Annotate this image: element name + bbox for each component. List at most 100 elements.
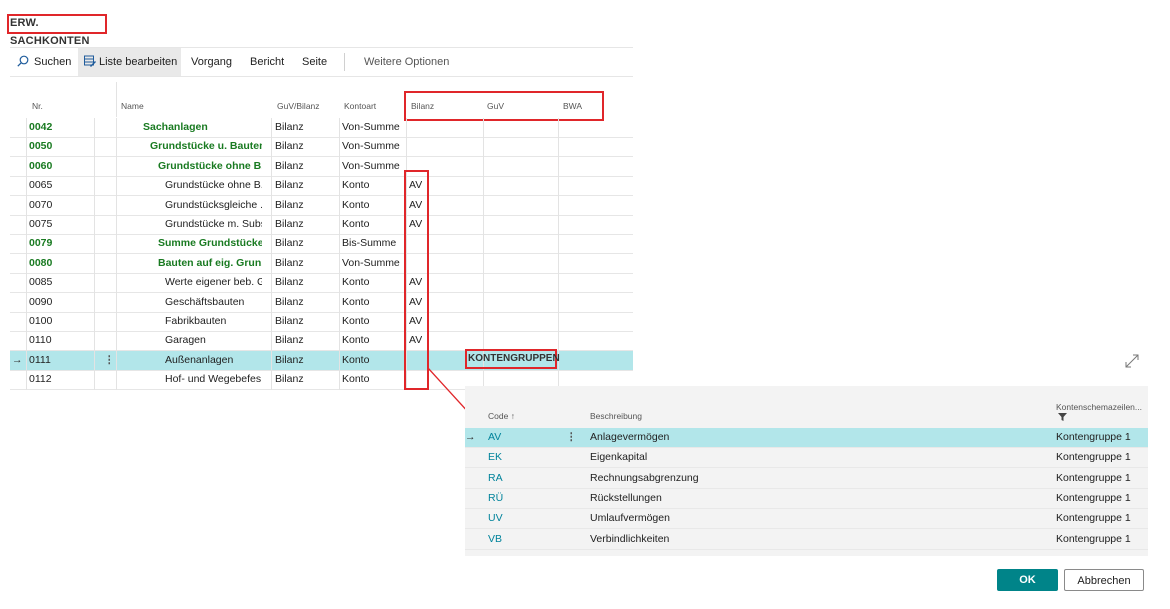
lookup-code[interactable]: RÜ (488, 489, 503, 508)
account-name: Außenanlagen (165, 353, 234, 366)
search-icon (17, 55, 29, 67)
lookup-row[interactable]: EK Eigenkapital Kontengruppe 1 (465, 448, 1148, 469)
column-divider (94, 118, 95, 390)
lookup-schema: Kontengruppe 1 (1056, 512, 1131, 525)
account-name: Summe Grundstücke... (158, 237, 262, 250)
guv-bilanz-value: Bilanz (275, 198, 304, 211)
guv-bilanz-value: Bilanz (275, 218, 304, 230)
account-name: Grundstücke u. Bauten (150, 140, 262, 153)
guv-bilanz-value: Bilanz (275, 179, 304, 192)
kontoart-value: Konto (342, 353, 370, 366)
account-number[interactable]: 0085 (29, 273, 52, 292)
account-name: Grundstücke m. Subs... (165, 218, 262, 230)
guv-bilanz-value: Bilanz (275, 159, 304, 172)
expand-icon[interactable] (1124, 353, 1140, 369)
kontoart-value: Konto (342, 198, 370, 211)
lookup-code[interactable]: UV (488, 509, 503, 528)
account-number[interactable]: 0075 (29, 215, 52, 234)
more-options-menu[interactable]: Weitere Optionen (364, 48, 449, 76)
search-button[interactable]: Suchen (17, 48, 71, 76)
lookup-header-code[interactable]: Code ↑ (488, 411, 515, 421)
column-header-nr[interactable]: Nr. (32, 101, 43, 111)
lookup-row[interactable]: UV Umlaufvermögen Kontengruppe 1 (465, 509, 1148, 530)
table-row[interactable]: 0060 Grundstücke ohne B... Bilanz Von-Summe (10, 157, 633, 177)
cancel-button[interactable]: Abbrechen (1064, 569, 1144, 591)
filter-icon[interactable] (1058, 413, 1067, 421)
lookup-header-schema[interactable]: Kontenschemazeilen... (1056, 402, 1142, 412)
account-number[interactable]: 0112 (29, 370, 52, 389)
lookup-row[interactable]: RA Rechnungsabgrenzung Kontengruppe 1 (465, 468, 1148, 489)
kontoart-value: Konto (342, 218, 370, 230)
bilanz-values-highlight-box (404, 170, 429, 390)
lookup-title: KONTENGRUPPEN (468, 353, 560, 364)
report-menu[interactable]: Bericht (250, 48, 284, 76)
table-row[interactable]: 0075Grundstücke m. Subs...BilanzKontoAV (10, 215, 633, 235)
lookup-code[interactable]: EK (488, 448, 502, 467)
lookup-row[interactable]: RÜ Rückstellungen Kontengruppe 1 (465, 488, 1148, 509)
account-number[interactable]: 0100 (29, 312, 52, 331)
row-actions-icon[interactable]: ⋮ (566, 428, 577, 447)
account-name: Fabrikbauten (165, 315, 227, 327)
guv-bilanz-value: Bilanz (275, 334, 304, 347)
table-row[interactable]: 0042 Sachanlagen Bilanz Von-Summe (10, 118, 633, 138)
column-header-name[interactable]: Name (121, 101, 144, 111)
ok-button[interactable]: OK (997, 569, 1058, 591)
table-row[interactable]: 0090 Geschäftsbauten Bilanz Konto AV (10, 293, 633, 313)
table-row[interactable]: 0085Werte eigener beb. G...BilanzKontoAV (10, 273, 633, 294)
lookup-row[interactable]: → ⋮ AV Anlagevermögen Kontengruppe 1 (465, 428, 1148, 448)
account-number[interactable]: 0050 (29, 137, 52, 156)
search-label: Suchen (34, 56, 72, 68)
account-number[interactable]: 0110 (29, 331, 52, 350)
guv-bilanz-value: Bilanz (275, 315, 304, 327)
table-row[interactable]: 0079 Summe Grundstücke... Bilanz Bis-Summe (10, 234, 633, 255)
account-name: Grundstücke ohne B... (165, 179, 262, 192)
account-number[interactable]: 0080 (29, 254, 52, 273)
lookup-description: Anlagevermögen (590, 431, 670, 443)
columns-highlight-box (404, 91, 604, 121)
process-menu[interactable]: Vorgang (191, 48, 232, 76)
page-menu[interactable]: Seite (302, 48, 327, 76)
account-name: Grundstücksgleiche ... (165, 198, 262, 211)
lookup-header-description[interactable]: Beschreibung (590, 411, 642, 421)
account-number[interactable]: 0060 (29, 157, 52, 176)
kontoart-value: Von-Summe (342, 256, 400, 269)
edit-list-button[interactable]: Liste bearbeiten (78, 48, 181, 76)
column-header-guv-bilanz[interactable]: GuV/Bilanz (277, 101, 320, 111)
guv-bilanz-value: Bilanz (275, 276, 304, 289)
account-number[interactable]: 0070 (29, 196, 52, 215)
account-name: Garagen (165, 334, 206, 347)
row-actions-icon[interactable]: ⋮ (104, 351, 115, 370)
lookup-row[interactable]: VB Verbindlichkeiten Kontengruppe 1 (465, 529, 1148, 550)
table-row[interactable]: 0080 Bauten auf eig. Grun... Bilanz Von-Sum… (10, 254, 633, 274)
toolbar-divider (344, 53, 345, 71)
account-number[interactable]: 0079 (29, 234, 52, 253)
sort-ascending-icon: ↑ (510, 411, 515, 421)
lookup-description: Verbindlichkeiten (590, 532, 670, 545)
lookup-code[interactable]: AV (488, 428, 501, 447)
account-number[interactable]: 0111 (29, 351, 51, 370)
kontoart-value: Bis-Summe (342, 237, 397, 250)
lookup-code[interactable]: RA (488, 469, 503, 488)
account-name: Geschäftsbauten (165, 295, 245, 308)
account-name: Werte eigener beb. G... (165, 276, 262, 289)
kontoart-value: Konto (342, 315, 370, 327)
lookup-description: Rechnungsabgrenzung (590, 471, 699, 484)
lookup-schema: Kontengruppe 1 (1056, 491, 1131, 504)
table-row[interactable]: 0070 Grundstücksgleiche ... Bilanz Konto AV (10, 196, 633, 216)
lookup-schema: Kontengruppe 1 (1056, 431, 1131, 443)
account-number[interactable]: 0090 (29, 293, 52, 312)
current-row-arrow-icon: → (465, 431, 476, 443)
column-header-kontoart[interactable]: Kontoart (344, 101, 376, 111)
page-title: ERW. SACHKONTEN (10, 17, 90, 47)
kontoart-value: Konto (342, 373, 370, 386)
lookup-code[interactable]: VB (488, 530, 502, 549)
kontoart-value: Von-Summe (342, 121, 400, 133)
table-row[interactable]: 0050 Grundstücke u. Bauten Bilanz Von-Summe (10, 137, 633, 158)
account-name: Bauten auf eig. Grun... (158, 256, 262, 269)
lookup-schema: Kontengruppe 1 (1056, 471, 1131, 484)
account-number[interactable]: 0065 (29, 176, 52, 195)
table-row[interactable]: 0065 Grundstücke ohne B... Bilanz Konto AV (10, 176, 633, 197)
action-bar: Suchen Liste bearbeiten Vorgang Bericht … (10, 47, 633, 77)
account-number[interactable]: 0042 (29, 118, 52, 137)
table-row[interactable]: 0100 Fabrikbauten Bilanz Konto AV (10, 312, 633, 332)
